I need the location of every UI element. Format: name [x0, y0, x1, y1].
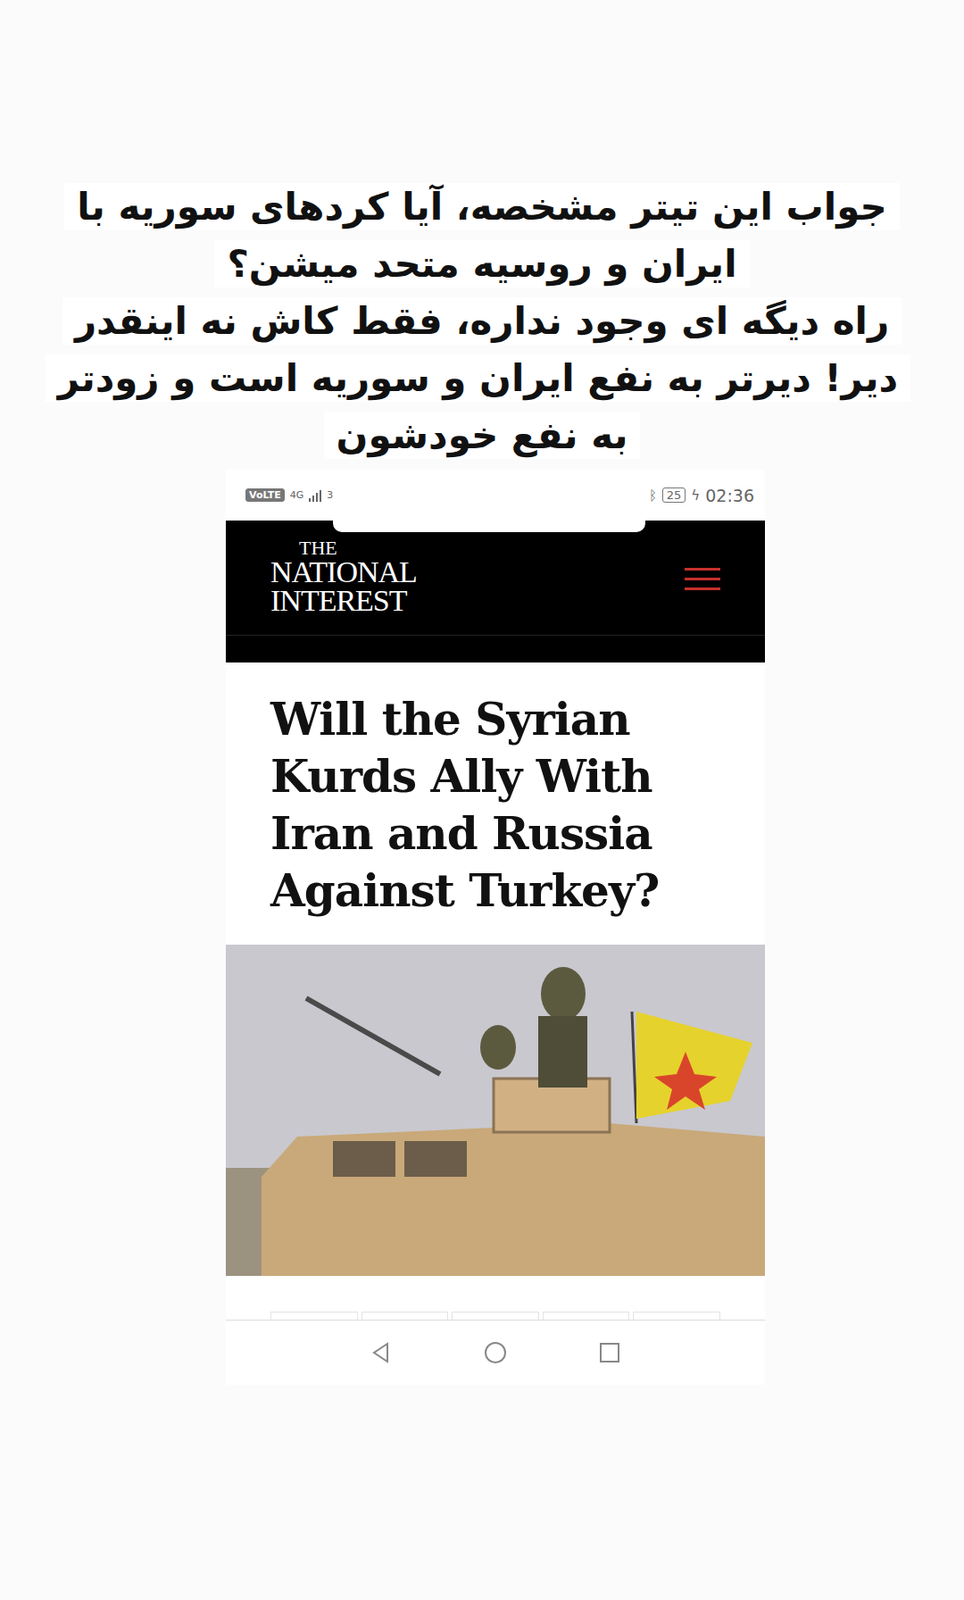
- share-button[interactable]: [632, 1311, 721, 1320]
- navigation-bar: [225, 1319, 765, 1385]
- caption-text: راه دیگه ای وجود نداره، فقط کاش نه اینقد…: [45, 297, 911, 459]
- article: Will the Syrian Kurds Ally With Iran and…: [225, 662, 765, 945]
- logo-line: NATIONAL: [270, 557, 417, 587]
- caption-box: [332, 478, 646, 532]
- volte-badge: VoLTE: [245, 488, 285, 502]
- article-photo: [225, 944, 765, 1276]
- home-circle-icon[interactable]: [482, 1339, 508, 1365]
- bluetooth-icon: ᛒ: [648, 487, 657, 504]
- share-bar: [225, 1275, 765, 1320]
- article-headline[interactable]: Will the Syrian Kurds Ally With Iran and…: [270, 690, 730, 920]
- network-label: 4G: [290, 489, 305, 501]
- site-logo[interactable]: THENATIONALINTEREST: [270, 539, 417, 615]
- caption-paragraph: راه دیگه ای وجود نداره، فقط کاش نه اینقد…: [53, 292, 911, 465]
- battery-indicator: 25: [662, 487, 687, 503]
- site-header: THENATIONALINTEREST: [225, 520, 765, 635]
- share-button[interactable]: [542, 1311, 631, 1320]
- clock: 02:36: [705, 485, 755, 506]
- status-right: ᛒ 25ϟ 02:36: [648, 485, 755, 506]
- share-button[interactable]: [270, 1311, 358, 1320]
- header-strip: [225, 634, 765, 663]
- logo-line: THE: [270, 539, 417, 558]
- status-bar: VoLTE4G3Gᛒ25ϟ02:36: [225, 469, 765, 521]
- photo-image-icon: [225, 944, 765, 1276]
- recents-square-icon[interactable]: [598, 1340, 622, 1364]
- story-page: جواب این تیتر مشخصه، آیا کردهای سوریه با…: [0, 0, 964, 1600]
- hamburger-menu-icon[interactable]: [684, 565, 721, 593]
- signal-icon: [308, 489, 322, 502]
- logo-line: INTEREST: [270, 586, 417, 615]
- caption: جواب این تیتر مشخصه، آیا کردهای سوریه با…: [0, 0, 964, 465]
- share-button[interactable]: [361, 1311, 449, 1320]
- share-button[interactable]: [451, 1311, 540, 1320]
- phone-screenshot: VoLTE4G3Gᛒ25ϟ02:36THENATIONALINTERESTWil…: [225, 469, 765, 1385]
- back-triangle-icon[interactable]: [369, 1340, 393, 1364]
- network-indicators: VoLTE4G3G: [245, 488, 341, 502]
- charging-icon: ϟ: [690, 487, 700, 504]
- caption-paragraph: جواب این تیتر مشخصه، آیا کردهای سوریه با…: [53, 178, 911, 293]
- caption-text: جواب این تیتر مشخصه، آیا کردهای سوریه با…: [64, 182, 900, 288]
